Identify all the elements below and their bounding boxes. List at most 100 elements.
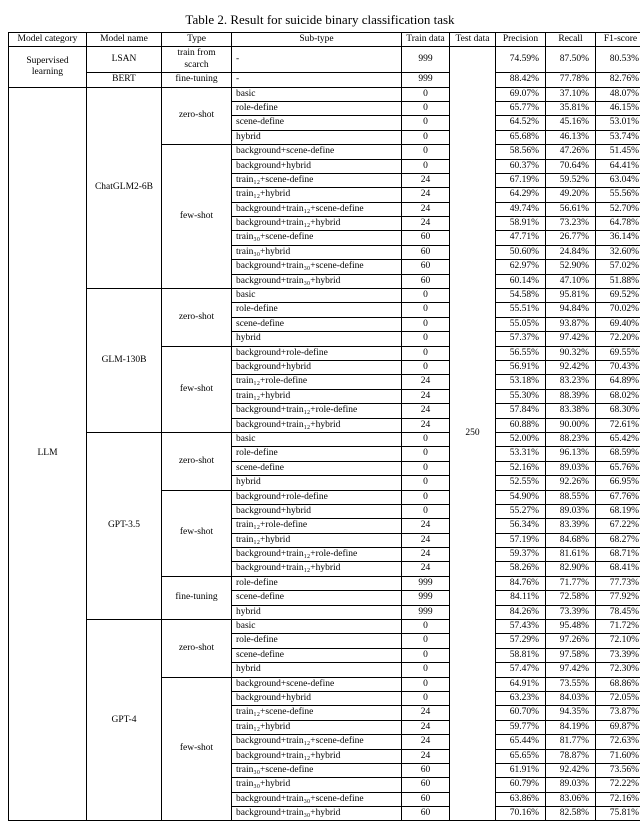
cell-f1: 72.30% <box>596 663 640 677</box>
cell-precision: 64.91% <box>496 677 546 691</box>
cell-precision: 54.90% <box>496 490 546 504</box>
cell-subtype: background+role-define <box>232 346 402 360</box>
cell-recall: 49.20% <box>546 188 596 202</box>
cell-recall: 90.32% <box>546 346 596 360</box>
cell-recall: 83.23% <box>546 375 596 389</box>
cell-f1: 72.22% <box>596 778 640 792</box>
cell-f1: 72.61% <box>596 418 640 432</box>
cell-type: few-shot <box>162 346 232 432</box>
th-type: Type <box>162 33 232 47</box>
cell-f1: 66.95% <box>596 476 640 490</box>
cell-recall: 83.38% <box>546 404 596 418</box>
cell-recall: 97.42% <box>546 663 596 677</box>
cell-precision: 84.11% <box>496 591 546 605</box>
cell-f1: 71.72% <box>596 620 640 634</box>
cell-recall: 81.77% <box>546 735 596 749</box>
cell-precision: 88.42% <box>496 73 546 87</box>
cell-f1: 72.10% <box>596 634 640 648</box>
cell-f1: 68.19% <box>596 504 640 518</box>
cell-type: few-shot <box>162 145 232 289</box>
cell-subtype: background+role-define <box>232 490 402 504</box>
cell-recall: 94.84% <box>546 303 596 317</box>
cell-precision: 56.55% <box>496 346 546 360</box>
cell-model: LSAN <box>87 47 162 73</box>
cell-subtype: background+scene-define <box>232 145 402 159</box>
cell-subtype: hybrid <box>232 663 402 677</box>
cell-train: 60 <box>402 763 450 777</box>
cell-recall: 96.13% <box>546 447 596 461</box>
table-row: LLM ChatGLM2-6B zero-shot basic 0 69.07%… <box>9 87 640 101</box>
cell-f1: 63.04% <box>596 173 640 187</box>
cell-recall: 77.78% <box>546 73 596 87</box>
cell-f1: 67.76% <box>596 490 640 504</box>
cell-train: 0 <box>402 648 450 662</box>
th-subtype: Sub-type <box>232 33 402 47</box>
cell-f1: 80.53% <box>596 47 640 73</box>
th-category: Model category <box>9 33 87 47</box>
cell-subtype: background+train₃₀+hybrid <box>232 807 402 821</box>
cell-subtype: background+train₁₂+role-define <box>232 548 402 562</box>
cell-precision: 56.91% <box>496 360 546 374</box>
cell-f1: 82.76% <box>596 73 640 87</box>
cell-recall: 56.61% <box>546 202 596 216</box>
cell-precision: 53.18% <box>496 375 546 389</box>
cell-f1: 77.92% <box>596 591 640 605</box>
cell-type: zero-shot <box>162 432 232 490</box>
cell-recall: 82.58% <box>546 807 596 821</box>
cell-train: 0 <box>402 130 450 144</box>
cell-subtype: train₁₂+scene-define <box>232 706 402 720</box>
cell-precision: 57.37% <box>496 332 546 346</box>
cell-subtype: background+train₁₂+hybrid <box>232 749 402 763</box>
th-recall: Recall <box>546 33 596 47</box>
cell-precision: 69.07% <box>496 87 546 101</box>
cell-train: 0 <box>402 634 450 648</box>
cell-type: few-shot <box>162 677 232 821</box>
cell-precision: 49.74% <box>496 202 546 216</box>
cell-f1: 64.78% <box>596 217 640 231</box>
cell-recall: 97.58% <box>546 648 596 662</box>
cell-f1: 72.05% <box>596 691 640 705</box>
cell-subtype: hybrid <box>232 332 402 346</box>
cell-train: 999 <box>402 591 450 605</box>
cell-precision: 58.81% <box>496 648 546 662</box>
cell-recall: 88.39% <box>546 389 596 403</box>
cell-subtype: train₁₂+role-define <box>232 375 402 389</box>
cell-train: 24 <box>402 735 450 749</box>
cell-train: 0 <box>402 663 450 677</box>
cell-precision: 57.43% <box>496 620 546 634</box>
cell-precision: 65.77% <box>496 101 546 115</box>
cell-train: 60 <box>402 245 450 259</box>
cell-precision: 64.29% <box>496 188 546 202</box>
cell-category: LLM <box>9 87 87 821</box>
cell-recall: 73.39% <box>546 605 596 619</box>
cell-train: 0 <box>402 87 450 101</box>
cell-subtype: role-define <box>232 576 402 590</box>
cell-subtype: train₁₂+hybrid <box>232 188 402 202</box>
cell-precision: 60.14% <box>496 274 546 288</box>
cell-precision: 55.05% <box>496 317 546 331</box>
cell-train: 60 <box>402 274 450 288</box>
cell-type: zero-shot <box>162 289 232 347</box>
cell-train: 24 <box>402 389 450 403</box>
cell-train: 24 <box>402 173 450 187</box>
cell-precision: 57.84% <box>496 404 546 418</box>
cell-precision: 50.60% <box>496 245 546 259</box>
cell-precision: 59.37% <box>496 548 546 562</box>
cell-train: 0 <box>402 432 450 446</box>
cell-subtype: background+train₁₂+hybrid <box>232 418 402 432</box>
cell-train: 24 <box>402 375 450 389</box>
cell-precision: 60.88% <box>496 418 546 432</box>
cell-f1: 70.43% <box>596 360 640 374</box>
cell-train: 0 <box>402 677 450 691</box>
cell-precision: 56.34% <box>496 519 546 533</box>
cell-subtype: background+train₁₂+hybrid <box>232 562 402 576</box>
cell-recall: 92.42% <box>546 763 596 777</box>
cell-train: 0 <box>402 691 450 705</box>
cell-subtype: train₃₀+hybrid <box>232 778 402 792</box>
cell-subtype: scene-define <box>232 461 402 475</box>
table-row: GPT-3.5 zero-shot basic052.00%88.23%65.4… <box>9 432 640 446</box>
result-table: Model category Model name Type Sub-type … <box>8 32 640 821</box>
cell-recall: 83.39% <box>546 519 596 533</box>
th-train: Train data <box>402 33 450 47</box>
cell-f1: 36.14% <box>596 231 640 245</box>
